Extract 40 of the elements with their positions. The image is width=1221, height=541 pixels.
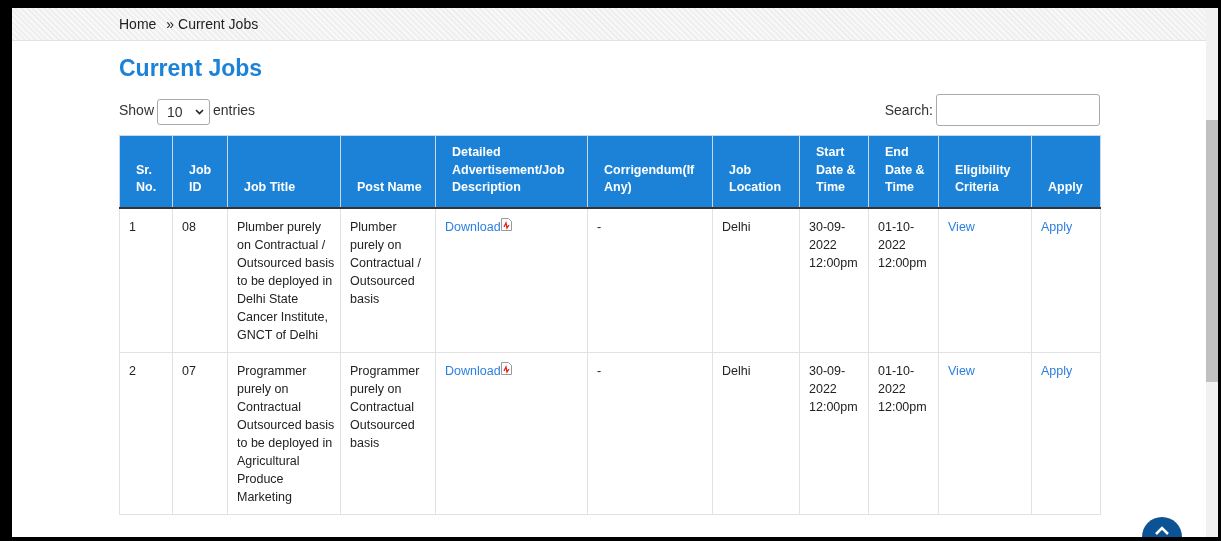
table-cell: 30-09-2022 12:00pm [799,352,869,514]
page-heading: Current Jobs [119,55,264,82]
download-link[interactable]: Download [445,219,501,234]
download-link[interactable]: Download [445,363,501,378]
breadcrumb-link[interactable]: » Current Jobs [166,16,259,32]
table-cell: 1 [119,207,173,352]
column-header: Job Title [227,135,341,208]
column-header: Sr. No. [119,135,173,208]
table-cell: 2 [119,352,173,514]
entries-label: entries [213,102,256,118]
table-cell: Programmer purely on Contractual Outsourced basis to be deployed in Agricultural Produce Marketing [227,352,341,514]
apply-link[interactable]: Apply [1041,363,1073,378]
column-header: Detailed Advertisement/Job Description [435,135,588,208]
table-cell: 08 [172,207,228,352]
table-cell: 07 [172,352,228,514]
column-header: Post Name [340,135,436,208]
table-cell: - [587,207,713,352]
column-header: Job Location [712,135,800,208]
breadcrumb-link[interactable]: Home [119,16,157,32]
table-cell: Plumber purely on Contractual / Outsourced basis [340,207,436,352]
table-cell: 30-09-2022 12:00pm [799,207,869,352]
column-header: Apply [1031,135,1101,208]
apply-link[interactable]: Apply [1041,219,1073,234]
table-cell: 01-10-2022 12:00pm [868,207,939,352]
view-link[interactable]: View [948,363,975,378]
column-header: Eligibility Criteria [938,135,1032,208]
table-cell: Programmer purely on Contractual Outsourced basis [340,352,436,514]
column-header: Corrigendum(If Any) [587,135,713,208]
column-header: End Date & Time [868,135,939,208]
show-label: Show [119,102,155,118]
table-cell: Plumber purely on Contractual / Outsourced basis to be deployed in Delhi State Cancer Institute, GNCT of Delhi [227,207,341,352]
column-header: Start Date & Time [799,135,869,208]
table-cell: 01-10-2022 12:00pm [868,352,939,514]
table-cell: - [587,352,713,514]
view-link[interactable]: View [948,219,975,234]
search-label: Search: [884,102,933,118]
entries-select[interactable]: 10 [157,99,211,125]
table-cell: Delhi [712,207,800,352]
table-cell: Delhi [712,352,800,514]
column-header: Job ID [172,135,228,208]
